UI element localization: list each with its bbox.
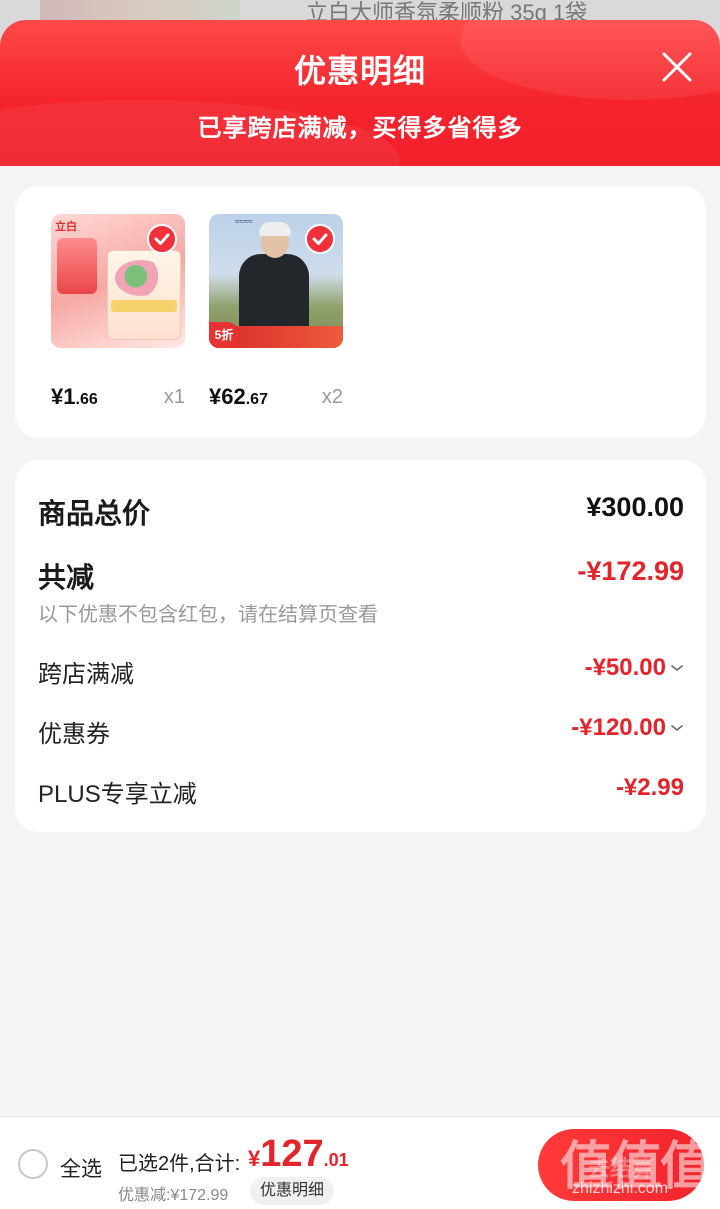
selected-products-card: 立白 ¥1.66 x1 ≈≈≈≈ 5折 ¥62.67 x2 (15, 186, 706, 438)
total-price-row: 商品总价 ¥300.00 (38, 492, 684, 529)
select-all-label[interactable]: 全选 (60, 1153, 102, 1183)
discount-label: 跨店满减 (38, 661, 134, 688)
brand-logo: 立白 (55, 221, 77, 233)
sheet-header: 优惠明细 已享跨店满减，买得多省得多 (0, 20, 720, 166)
discount-detail-button[interactable]: 优惠明细 (250, 1177, 335, 1205)
select-all-radio[interactable] (18, 1149, 48, 1179)
discount-row-cross-store[interactable]: 跨店满减 -¥50.00 (38, 654, 684, 688)
checkmark-icon[interactable] (305, 224, 335, 254)
selected-count-text: 已选2件,合计: (118, 1153, 241, 1175)
chevron-down-icon[interactable] (670, 662, 684, 674)
chevron-down-icon[interactable] (670, 722, 684, 734)
reduction-note: 以下优惠不包含红包，请在结算页查看 (38, 604, 378, 626)
discount-label: 优惠券 (38, 721, 110, 748)
product-price: ¥62.67 (209, 384, 268, 409)
total-price-value: ¥300.00 (586, 492, 684, 522)
sheet-title: 优惠明细 (293, 53, 426, 89)
discount-badge: 5折 (209, 322, 239, 348)
watermark-site: zhizhizhi.com (572, 1180, 669, 1197)
product-price: ¥1.66 (51, 384, 98, 409)
sheet-subtitle: 已享跨店满减，买得多省得多 (197, 115, 523, 142)
total-reduction-row: 共减 -¥172.99 (38, 556, 684, 593)
discount-row-coupon[interactable]: 优惠券 -¥120.00 (38, 714, 684, 748)
discount-value[interactable]: -¥50.00 (585, 654, 684, 682)
discount-label: PLUS专享立减 (38, 781, 197, 808)
product-quantity: x2 (321, 386, 343, 408)
package-ribbon (57, 238, 97, 294)
discount-summary-card: 商品总价 ¥300.00 共减 -¥172.99 以下优惠不包含红包，请在结算页… (15, 460, 706, 832)
product-item[interactable]: ≈≈≈≈ 5折 ¥62.67 x2 (209, 214, 343, 418)
total-reduction-value: -¥172.99 (577, 556, 684, 586)
brand-logo-small: ≈≈≈≈ (235, 217, 253, 226)
package-label (111, 300, 177, 312)
checkmark-icon[interactable] (147, 224, 177, 254)
discount-value[interactable]: -¥120.00 (571, 714, 684, 742)
product-quantity: x1 (163, 386, 185, 408)
discount-amount-text: 优惠减:¥172.99 (118, 1187, 229, 1204)
total-amount: ¥127.01 (248, 1133, 349, 1175)
product-item[interactable]: 立白 ¥1.66 x1 (51, 214, 185, 418)
close-icon[interactable] (660, 50, 694, 84)
total-reduction-label: 共减 (38, 562, 95, 593)
total-price-label: 商品总价 (38, 498, 151, 529)
product-image[interactable]: ≈≈≈≈ 5折 (209, 214, 343, 348)
discount-row-plus: PLUS专享立减 -¥2.99 (38, 774, 684, 808)
model-cap (259, 222, 291, 236)
product-image[interactable]: 立白 (51, 214, 185, 348)
flower-graphic (115, 260, 167, 296)
discount-value: -¥2.99 (615, 774, 684, 801)
